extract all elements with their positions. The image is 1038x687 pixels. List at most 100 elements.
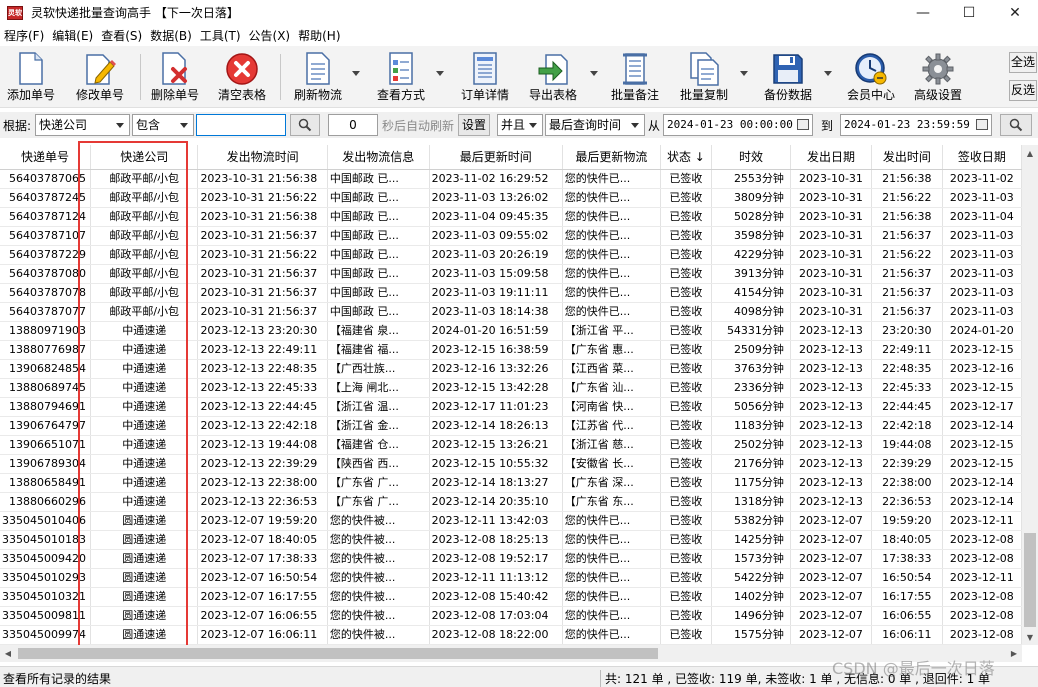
table-row[interactable]: 335045009811 圆通速递 2023-12-07 16:06:55 您的快件被… (0, 606, 1022, 626)
auto-refresh-input[interactable]: 0 (328, 114, 378, 136)
table-cell: 2023-12-14 (942, 416, 1022, 436)
table-cell: 2023-12-15 (942, 378, 1022, 398)
table-cell: 圆通速递 (90, 625, 199, 645)
menu-tools[interactable]: 工具(T) (196, 26, 245, 46)
calendar-icon[interactable] (797, 119, 809, 130)
invert-select-button[interactable]: 反选 (1009, 80, 1037, 101)
column-header[interactable]: 发出时间 (871, 145, 943, 170)
to-datetime-picker[interactable]: 2024-01-23 23:59:59 (840, 114, 992, 136)
vertical-scrollbar[interactable]: ▲ ▼ (1022, 145, 1038, 645)
table-row[interactable]: 56403787080 邮政平邮/小包 2023-10-31 21:56:37 中国邮… (0, 264, 1022, 284)
select-all-button[interactable]: 全选 (1009, 52, 1037, 73)
scroll-up-icon[interactable]: ▲ (1022, 145, 1038, 161)
search-button[interactable] (290, 114, 320, 136)
table-cell: 13906789304 (0, 454, 91, 474)
column-header[interactable]: 发出物流信息 (327, 145, 430, 170)
table-cell: 您的快件已... (562, 625, 661, 645)
scroll-right-icon[interactable]: ▶ (1006, 645, 1022, 662)
table-row[interactable]: 56403787065 邮政平邮/小包 2023-10-31 21:56:38 中国邮… (0, 169, 1022, 189)
table-row[interactable]: 13906764797 中通速递 2023-12-13 22:42:18 【浙江省 金… (0, 416, 1022, 436)
add-number-button[interactable]: 添加单号 (4, 48, 58, 104)
results-grid[interactable]: 快递单号 快递公司 发出物流时间 发出物流信息 最后更新时间 最后更新物流 状态 ↓ 时效 发出… (0, 145, 1022, 645)
export-dropdown-icon[interactable] (590, 71, 598, 76)
close-button[interactable]: ✕ (992, 0, 1038, 25)
table-row[interactable]: 335045009974 圆通速递 2023-12-07 16:06:11 您的快件被… (0, 625, 1022, 645)
order-detail-button[interactable]: 订单详情 (456, 48, 514, 104)
view-mode-button[interactable]: 查看方式 (372, 48, 430, 104)
table-row[interactable]: 13880776987 中通速递 2023-12-13 22:49:11 【福建省 福… (0, 340, 1022, 360)
time-search-button[interactable] (1000, 114, 1032, 136)
filter-mode-select[interactable]: 包含 (132, 114, 194, 136)
column-header[interactable]: 最后更新物流 (562, 145, 661, 170)
menu-notice[interactable]: 公告(X) (245, 26, 295, 46)
table-cell: 【福建省 仓... (327, 435, 430, 455)
vertical-scroll-thumb[interactable] (1024, 533, 1036, 627)
from-datetime-picker[interactable]: 2024-01-23 00:00:00 (663, 114, 813, 136)
logic-select[interactable]: 并且 (497, 114, 543, 136)
column-header[interactable]: 发出物流时间 (197, 145, 328, 170)
batch-note-button[interactable]: 批量备注 (608, 48, 662, 104)
column-header[interactable]: 签收日期 (942, 145, 1022, 170)
calendar-icon[interactable] (976, 119, 988, 130)
menu-view[interactable]: 查看(S) (97, 26, 146, 46)
edit-number-button[interactable]: 修改单号 (72, 48, 128, 104)
horizontal-scroll-thumb[interactable] (18, 648, 658, 659)
maximize-button[interactable]: ☐ (946, 0, 992, 25)
export-table-button[interactable]: 导出表格 (524, 48, 582, 104)
refresh-settings-button[interactable]: 设置 (458, 114, 490, 136)
table-row[interactable]: 335045010406 圆通速递 2023-12-07 19:59:20 您的快件被… (0, 511, 1022, 531)
table-cell: 13880658491 (0, 473, 91, 493)
table-cell: 【浙江省 金... (327, 416, 430, 436)
batch-copy-dropdown-icon[interactable] (740, 71, 748, 76)
table-cell: 13880660296 (0, 492, 91, 512)
time-field-select[interactable]: 最后查询时间 (545, 114, 645, 136)
backup-dropdown-icon[interactable] (824, 71, 832, 76)
table-row[interactable]: 13880794691 中通速递 2023-12-13 22:44:45 【浙江省 温… (0, 397, 1022, 417)
table-row[interactable]: 56403787077 邮政平邮/小包 2023-10-31 21:56:37 中国邮… (0, 302, 1022, 322)
column-header[interactable]: 快递单号 (0, 145, 91, 170)
refresh-logistics-button[interactable]: 刷新物流 (290, 48, 346, 104)
table-row[interactable]: 56403787107 邮政平邮/小包 2023-10-31 21:56:37 中国邮… (0, 226, 1022, 246)
table-row[interactable]: 13880689745 中通速递 2023-12-13 22:45:33 【上海 闸北… (0, 378, 1022, 398)
minimize-button[interactable]: — (900, 0, 946, 25)
table-row[interactable]: 56403787078 邮政平邮/小包 2023-10-31 21:56:37 中国邮… (0, 283, 1022, 303)
clear-table-button[interactable]: 清空表格 (214, 48, 270, 104)
table-row[interactable]: 13906824854 中通速递 2023-12-13 22:48:35 【广西壮族.… (0, 359, 1022, 379)
column-header[interactable]: 最后更新时间 (429, 145, 563, 170)
table-row[interactable]: 335045010321 圆通速递 2023-12-07 16:17:55 您的快件被… (0, 587, 1022, 607)
table-row[interactable]: 335045009420 圆通速递 2023-12-07 17:38:33 您的快件被… (0, 549, 1022, 569)
table-row[interactable]: 56403787245 邮政平邮/小包 2023-10-31 21:56:22 中国邮… (0, 188, 1022, 208)
delete-number-button[interactable]: 删除单号 (148, 48, 202, 104)
table-row[interactable]: 13880660296 中通速递 2023-12-13 22:36:53 【广东省 广… (0, 492, 1022, 512)
menu-edit[interactable]: 编辑(E) (48, 26, 97, 46)
menu-program[interactable]: 程序(F) (0, 26, 48, 46)
table-cell: 2023-12-13 22:39:29 (197, 454, 328, 474)
filter-field-select[interactable]: 快递公司 (35, 114, 130, 136)
table-row[interactable]: 335045010293 圆通速递 2023-12-07 16:50:54 您的快件被… (0, 568, 1022, 588)
table-row[interactable]: 56403787229 邮政平邮/小包 2023-10-31 21:56:22 中国邮… (0, 245, 1022, 265)
table-row[interactable]: 13880971903 中通速递 2023-12-13 23:20:30 【福建省 泉… (0, 321, 1022, 341)
backup-data-button[interactable]: 备份数据 (760, 48, 816, 104)
table-row[interactable]: 13880658491 中通速递 2023-12-13 22:38:00 【广东省 广… (0, 473, 1022, 493)
table-row[interactable]: 56403787124 邮政平邮/小包 2023-10-31 21:56:38 中国邮… (0, 207, 1022, 227)
table-row[interactable]: 13906789304 中通速递 2023-12-13 22:39:29 【陕西省 西… (0, 454, 1022, 474)
batch-copy-button[interactable]: 批量复制 (676, 48, 732, 104)
table-row[interactable]: 335045010183 圆通速递 2023-12-07 18:40:05 您的快件被… (0, 530, 1022, 550)
advanced-settings-button[interactable]: 高级设置 (910, 48, 966, 104)
member-center-button[interactable]: 会员中心 (842, 48, 900, 104)
table-cell: 2023-10-31 21:56:37 (197, 264, 328, 284)
menu-help[interactable]: 帮助(H) (294, 26, 344, 46)
table-cell: 已签收 (660, 492, 712, 512)
column-header[interactable]: 状态 ↓ (660, 145, 712, 170)
column-header[interactable]: 时效 (711, 145, 791, 170)
table-row[interactable]: 13906651071 中通速递 2023-12-13 19:44:08 【福建省 仓… (0, 435, 1022, 455)
filter-keyword-input[interactable] (196, 114, 286, 136)
menu-data[interactable]: 数据(B) (146, 26, 196, 46)
results-table: 快递单号 快递公司 发出物流时间 发出物流信息 最后更新时间 最后更新物流 状态 ↓ 时效 发出… (0, 145, 1022, 645)
scroll-down-icon[interactable]: ▼ (1022, 629, 1038, 645)
view-mode-dropdown-icon[interactable] (436, 71, 444, 76)
column-header[interactable]: 发出日期 (790, 145, 872, 170)
column-header[interactable]: 快递公司 (90, 145, 199, 170)
refresh-dropdown-icon[interactable] (352, 71, 360, 76)
scroll-left-icon[interactable]: ◀ (0, 645, 16, 662)
